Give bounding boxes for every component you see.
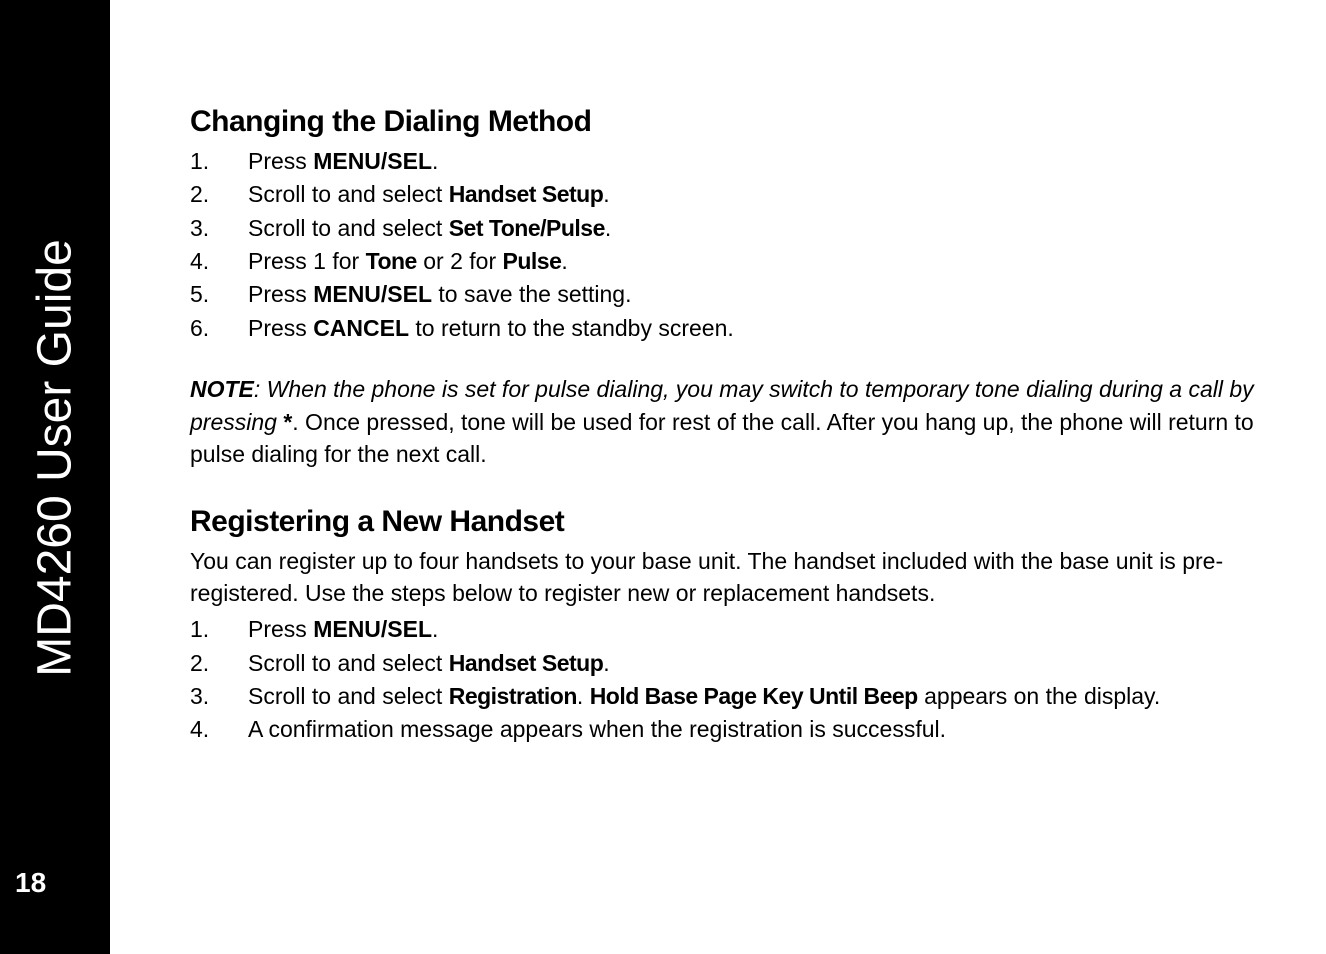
list-item: Scroll to and select Registration. Hold … (190, 680, 1256, 713)
list-item: Press CANCEL to return to the standby sc… (190, 312, 1256, 345)
list-item: Scroll to and select Handset Setup. (190, 647, 1256, 680)
page-number: 18 (15, 867, 46, 899)
list-item: Press 1 for Tone or 2 for Pulse. (190, 245, 1256, 278)
page-content: Changing the Dialing Method Press MENU/S… (110, 0, 1326, 954)
list-item: Scroll to and select Set Tone/Pulse. (190, 212, 1256, 245)
list-item: Press MENU/SEL. (190, 613, 1256, 646)
list-item: Scroll to and select Handset Setup. (190, 178, 1256, 211)
note-label: NOTE (190, 376, 254, 402)
section1-heading: Changing the Dialing Method (190, 105, 1256, 139)
note-block: NOTE: When the phone is set for pulse di… (190, 373, 1256, 471)
list-item: A confirmation message appears when the … (190, 713, 1256, 746)
section2-intro: You can register up to four handsets to … (190, 545, 1256, 609)
list-item: Press MENU/SEL. (190, 145, 1256, 178)
sidebar-title: MD4260 User Guide (28, 239, 83, 677)
section2-heading: Registering a New Handset (190, 505, 1256, 539)
sidebar: MD4260 User Guide 18 (0, 0, 110, 954)
section2: Registering a New Handset You can regist… (190, 505, 1256, 747)
section2-steps: Press MENU/SEL. Scroll to and select Han… (190, 613, 1256, 746)
section1-steps: Press MENU/SEL. Scroll to and select Han… (190, 145, 1256, 345)
list-item: Press MENU/SEL to save the setting. (190, 278, 1256, 311)
